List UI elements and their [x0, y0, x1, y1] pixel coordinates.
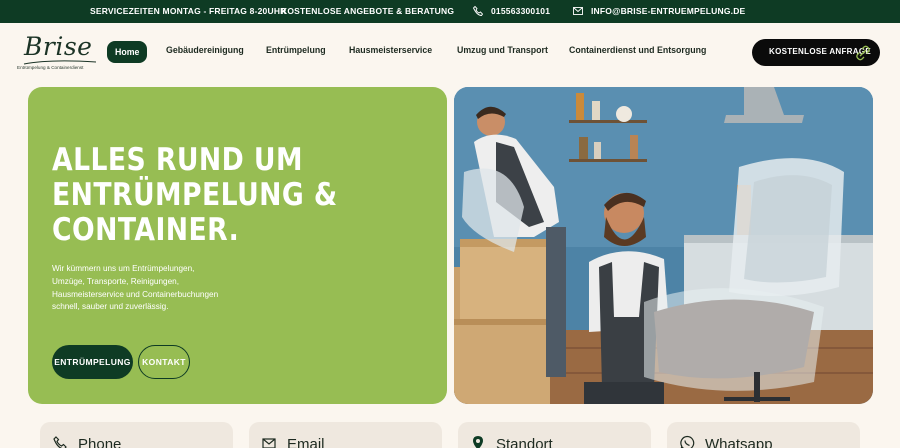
nav-item-containerdienst[interactable]: Containerdienst und Entsorgung [569, 45, 706, 55]
hero-title: ALLES RUND UM ENTRÜMPELUNG & CONTAINER. [52, 143, 362, 248]
email-icon [262, 438, 276, 448]
location-pin-icon [473, 436, 483, 448]
topbar-email-link[interactable]: INFO@BRISE-ENTRUEMPELUNG.DE [591, 6, 745, 16]
contact-card-whatsapp[interactable]: Whatsapp [667, 422, 860, 448]
service-hours-text: SERVICEZEITEN MONTAG - FREITAG 8-20UHR [90, 6, 287, 16]
hero-title-line-1: ALLES RUND UM [52, 142, 303, 178]
main-navigation: Brise Entrümpelung & Containerdienst Hom… [0, 23, 900, 83]
contact-card-label: Phone [78, 436, 122, 448]
hero-photo [454, 87, 873, 404]
free-offers-text: KOSTENLOSE ANGEBOTE & BERATUNG [281, 6, 455, 16]
contact-card-label: Email [287, 436, 325, 448]
entruempelung-button[interactable]: ENTRÜMPELUNG [52, 345, 133, 379]
nav-item-home[interactable]: Home [107, 41, 148, 63]
hero-description-line: Umzüge, Transporte, Reinigungen, [52, 276, 179, 286]
contact-card-standort[interactable]: Standort [458, 422, 651, 448]
nav-item-gebaeudereinigung[interactable]: Gebäudereinigung [166, 45, 244, 55]
link-icon [856, 45, 870, 61]
brand-name: Brise [24, 32, 93, 61]
nav-item-hausmeisterservice[interactable]: Hausmeisterservice [349, 45, 432, 55]
contact-card-email[interactable]: Email [249, 422, 442, 448]
contact-card-phone[interactable]: Phone [40, 422, 233, 448]
hero-title-line-3: CONTAINER. [52, 212, 240, 248]
top-bar: SERVICEZEITEN MONTAG - FREITAG 8-20UHR K… [0, 0, 900, 23]
hero-description-line: Hausmeisterservice und Containerbuchunge… [52, 289, 219, 299]
hero-description-line: schnell, sauber und zuverlässig. [52, 302, 169, 312]
kontakt-button[interactable]: KONTAKT [138, 345, 190, 379]
movers-photo-image [454, 87, 873, 404]
phone-icon [53, 436, 67, 448]
contact-card-label: Standort [496, 436, 553, 448]
hero-description: Wir kümmern uns um Entrümpelungen, Umzüg… [52, 263, 267, 314]
nav-item-umzug-transport[interactable]: Umzug und Transport [457, 45, 548, 55]
topbar-phone-link[interactable]: 015563300101 [491, 6, 550, 16]
free-request-button[interactable]: KOSTENLOSE ANFRAGE [752, 39, 880, 66]
nav-item-entruempelung[interactable]: Entrümpelung [266, 45, 326, 55]
hero-title-line-2: ENTRÜMPELUNG & [52, 177, 338, 213]
phone-icon [472, 5, 484, 16]
hero-description-line: Wir kümmern uns um Entrümpelungen, [52, 264, 195, 273]
brand-tagline: Entrümpelung & Containerdienst [17, 65, 84, 70]
whatsapp-icon [680, 435, 695, 448]
contact-card-label: Whatsapp [705, 436, 773, 448]
email-icon [573, 7, 583, 15]
